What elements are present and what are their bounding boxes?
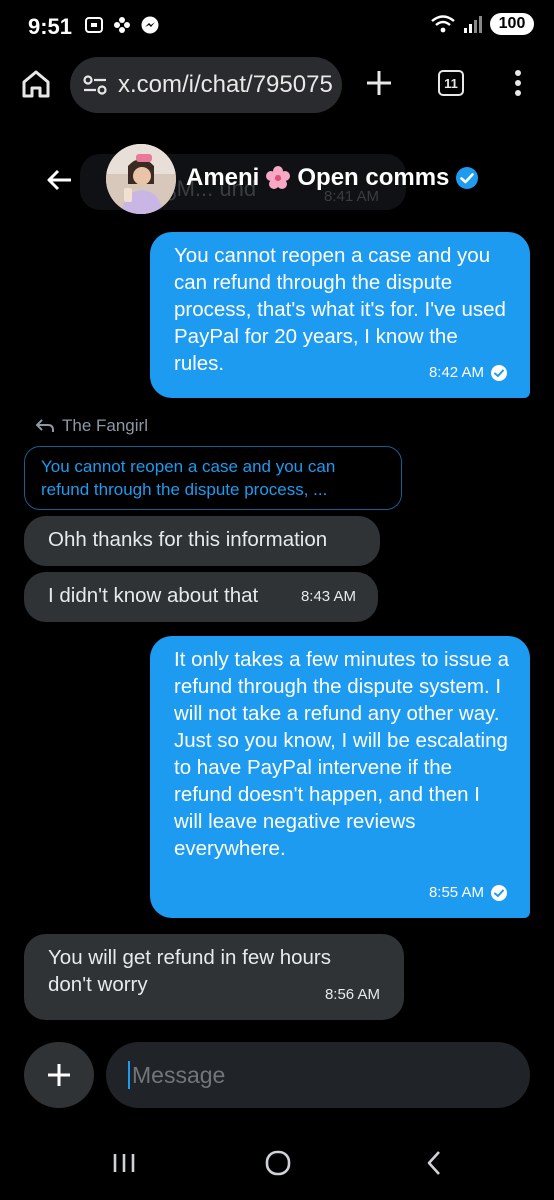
dot-icon [515, 80, 521, 86]
received-message[interactable]: You will get refund in few hours don't w… [24, 934, 404, 1020]
sent-message[interactable]: You cannot reopen a case and you can ref… [150, 232, 530, 398]
sent-message[interactable]: It only takes a few minutes to issue a r… [150, 636, 530, 918]
message-timestamp: 8:42 AM [429, 359, 508, 386]
chevron-left-icon [427, 1151, 440, 1175]
back-nav-button[interactable] [414, 1146, 454, 1180]
flower-notification-icon [114, 17, 130, 33]
system-nav-bar [0, 1120, 554, 1200]
url-bar[interactable]: x.com/i/chat/795075 [70, 57, 342, 113]
signal-icon [464, 16, 482, 33]
home-icon [22, 70, 50, 98]
dot-icon [515, 70, 521, 76]
reply-arrow-icon [36, 419, 54, 432]
home-button[interactable] [18, 66, 54, 102]
chat-view: ɮM... und 8:41 AM Ameni Open comms You c… [0, 116, 554, 1134]
chat-header: ɮM... und 8:41 AM Ameni Open comms [24, 144, 504, 214]
avatar-image [106, 144, 176, 214]
status-time: 9:51 [28, 14, 73, 39]
tab-switcher-button[interactable]: 11 [438, 70, 464, 96]
back-button[interactable] [36, 160, 82, 200]
message-text: It only takes a few minutes to issue a r… [174, 648, 509, 860]
messenger-icon [141, 16, 159, 34]
add-attachment-button[interactable] [24, 1042, 94, 1108]
message-composer: Message [0, 1030, 554, 1120]
recents-icon [113, 1154, 135, 1172]
contact-name-text: Ameni [186, 164, 260, 191]
browser-menu-button[interactable] [506, 66, 530, 100]
plus-icon [48, 1064, 70, 1086]
battery-indicator: 100 [490, 13, 534, 35]
wifi-icon [431, 15, 455, 33]
arrow-left-icon [47, 169, 71, 191]
status-icons [84, 15, 160, 35]
received-message[interactable]: Ohh thanks for this information [24, 516, 380, 566]
contact-name[interactable]: Ameni Open comms [186, 164, 479, 192]
verified-badge-icon [456, 167, 479, 189]
new-tab-button[interactable] [364, 68, 394, 98]
message-timestamp: 8:55 AM [429, 879, 508, 906]
dot-icon [515, 90, 521, 96]
home-nav-button[interactable] [258, 1146, 298, 1180]
message-timestamp: 8:56 AM [324, 986, 380, 1003]
message-text: You will get refund in few hours don't w… [48, 946, 331, 996]
home-circle-icon [265, 1150, 291, 1176]
recents-button[interactable] [104, 1146, 144, 1180]
check-circle-icon [491, 884, 507, 901]
screenshot-icon [85, 17, 103, 33]
plus-icon [367, 71, 391, 95]
message-text: I didn't know about that [48, 584, 259, 607]
message-timestamp: 8:43 AM [300, 588, 356, 605]
browser-toolbar: x.com/i/chat/795075 11 [0, 52, 554, 116]
url-text: x.com/i/chat/795075 [118, 71, 333, 98]
received-message[interactable]: I didn't know about that 8:43 AM [24, 572, 378, 622]
message-input[interactable]: Message [106, 1042, 530, 1108]
contact-suffix-text: Open comms [297, 164, 450, 191]
contact-avatar[interactable] [106, 144, 176, 214]
quoted-message[interactable]: You cannot reopen a case and you can ref… [24, 446, 402, 510]
timestamp-text: 8:55 AM [428, 884, 484, 901]
reply-context: The Fangirl [36, 416, 148, 436]
status-right: 100 [430, 13, 534, 35]
message-placeholder: Message [132, 1061, 226, 1088]
reply-to-label: The Fangirl [62, 416, 148, 435]
check-circle-icon [491, 364, 507, 381]
timestamp-text: 8:42 AM [428, 364, 484, 381]
site-settings-icon[interactable] [82, 73, 108, 97]
text-caret [128, 1061, 130, 1089]
status-bar: 9:51 100 [0, 0, 554, 52]
cherry-blossom-icon [266, 166, 291, 189]
message-text: Ohh thanks for this information [48, 528, 328, 551]
message-text: You cannot reopen a case and you can ref… [174, 244, 506, 375]
